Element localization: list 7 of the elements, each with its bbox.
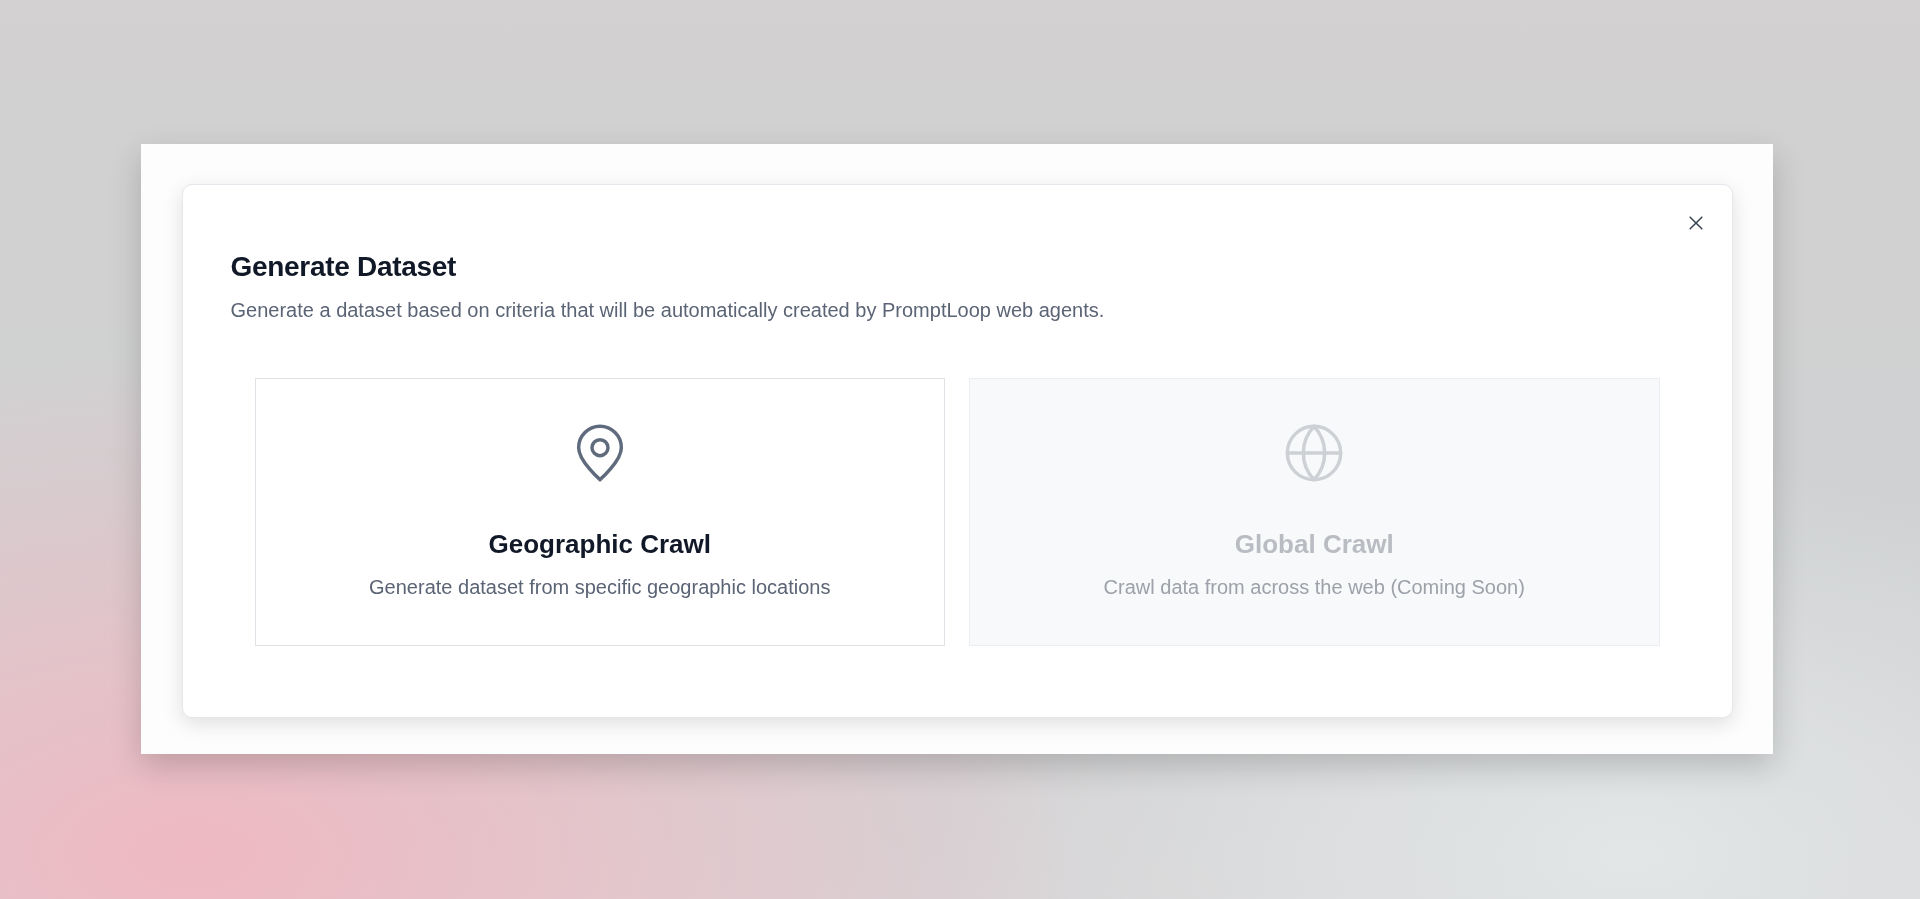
option-description: Generate dataset from specific geographic locations — [369, 576, 831, 599]
option-description: Crawl data from across the web (Coming Soon) — [1103, 576, 1525, 599]
option-card[interactable]: Geographic Crawl Generate dataset from specific geographic locations — [254, 378, 945, 646]
option-title: Geographic Crawl — [488, 529, 711, 560]
dialog-description: Generate a dataset based on criteria that will be automatically created by PromptLoop web agents. — [230, 299, 1106, 322]
dialog-title: Generate Dataset — [230, 251, 458, 283]
option-title: Global Crawl — [1234, 529, 1394, 560]
